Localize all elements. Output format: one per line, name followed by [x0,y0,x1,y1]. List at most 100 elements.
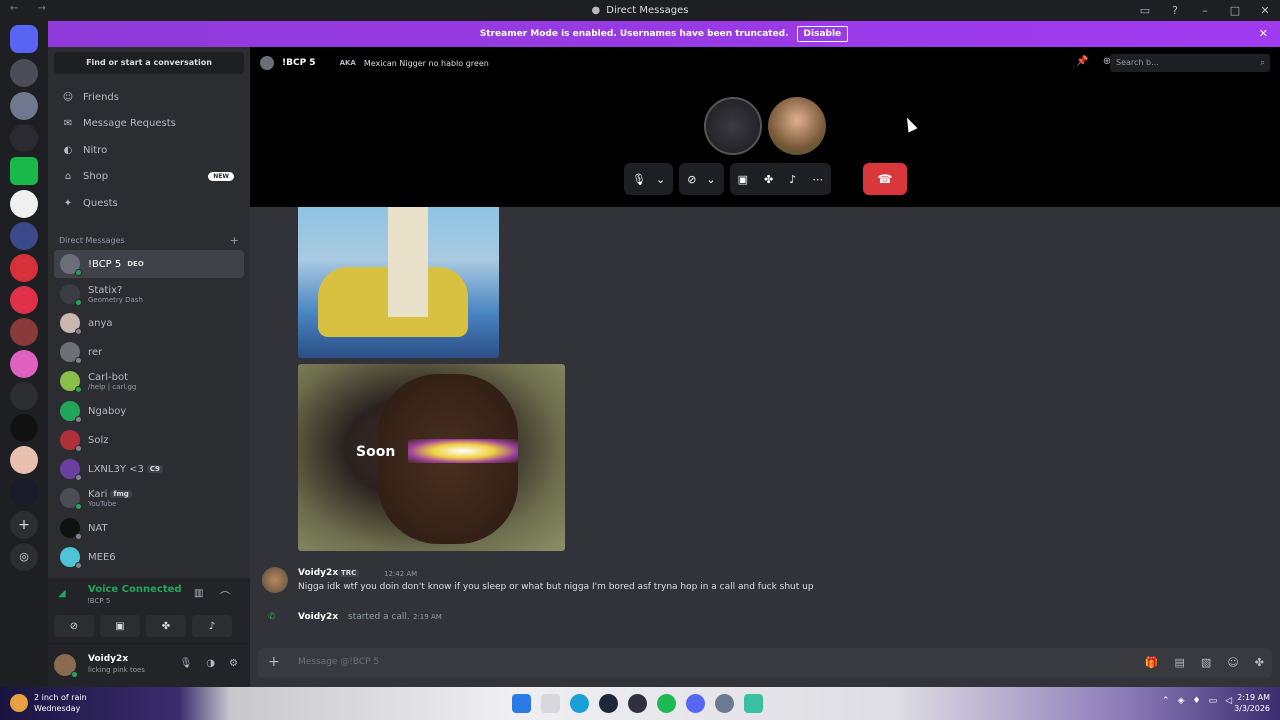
voice-channel[interactable]: !BCP 5 [87,597,110,605]
steam-icon[interactable] [599,694,618,713]
dm-item[interactable]: MEE6 [54,543,244,571]
server-icon[interactable] [10,286,38,314]
settings-gear-icon[interactable]: ⚙ [229,658,238,669]
avatar[interactable] [262,567,288,593]
server-icon[interactable] [10,318,38,346]
search-icon[interactable] [541,694,560,713]
activities-button[interactable]: ✤ [146,615,186,637]
activities-icon[interactable]: ✤ [764,173,773,186]
gift-icon[interactable]: 🎁 [1145,656,1159,669]
message-input[interactable]: Message @!BCP 5 [298,657,379,667]
clock[interactable]: 2:19 AM 3/3/2026 [1234,692,1270,714]
attach-plus-icon[interactable]: + [268,654,280,670]
camera-off-button[interactable]: ⊘ [54,615,94,637]
explore-icon[interactable]: ◎ [10,543,38,571]
find-conversation-button[interactable]: Find or start a conversation [54,52,244,74]
chrome-icon[interactable] [628,694,647,713]
volume-icon[interactable]: ◁ [1225,696,1232,706]
dm-item[interactable]: Statix? Geometry Dash [54,280,244,308]
server-icon[interactable] [10,92,38,120]
server-icon[interactable] [10,446,38,474]
nav-nitro[interactable]: ◐ Nitro [54,138,244,162]
close-banner-icon[interactable]: ✕ [1259,27,1268,40]
microphone-icon[interactable]: 🎙 [180,658,193,669]
nav-quests[interactable]: ✦ Quests [54,191,244,215]
headphones-icon[interactable]: ◑ [206,658,215,669]
message-author[interactable]: Voidy2x [298,568,338,578]
dm-item[interactable]: Carl-bot/help | carl.gg [54,367,244,395]
screenshare-button[interactable]: ▣ [100,615,140,637]
status-dot [75,386,82,393]
channel-name[interactable]: !BCP 5 [282,58,316,68]
dm-item[interactable]: Ngaboy [54,397,244,425]
image-attachment[interactable] [298,207,499,358]
minimize-button[interactable]: – [1190,4,1220,17]
server-icon[interactable] [10,222,38,250]
discord-icon[interactable] [686,694,705,713]
hang-up-button[interactable]: ☎ [863,163,907,195]
system-author[interactable]: Voidy2x [298,612,338,622]
home-button[interactable] [10,25,38,53]
server-icon[interactable] [10,190,38,218]
apps-icon[interactable]: ✤ [1255,656,1264,669]
nav-arrows[interactable]: ← → [10,3,54,14]
sticker-icon[interactable]: ▧ [1201,656,1211,669]
dm-item[interactable]: rer [54,338,244,366]
create-dm-icon[interactable]: + [230,234,239,247]
mic-tray-icon[interactable]: ♦ [1192,696,1200,706]
screenshare-icon[interactable]: ▣ [738,173,748,186]
call-participant-avatar[interactable] [768,97,826,155]
disconnect-icon[interactable]: ⌒ [220,588,230,603]
mic-button[interactable]: 🎙 ⌄ [624,163,674,195]
display-icon[interactable]: ▭ [1209,696,1218,706]
pin-icon[interactable]: 📌 [1076,56,1088,67]
weather-widget[interactable]: 2 inch of rain Wednesday [34,692,87,714]
dm-item[interactable]: NAT [54,514,244,542]
server-icon[interactable] [10,59,38,87]
avatar[interactable] [54,654,78,678]
server-icon[interactable] [10,157,38,185]
emoji-icon[interactable]: ☺ [1227,656,1238,669]
dm-item[interactable]: anya [54,309,244,337]
taskbar-apps [512,694,763,713]
server-icon[interactable] [10,414,38,442]
edge-icon[interactable] [570,694,589,713]
spotify-icon[interactable] [657,694,676,713]
start-icon[interactable] [512,694,531,713]
call-participant-avatar[interactable] [704,97,762,155]
chevron-down-icon[interactable]: ⌄ [656,173,665,186]
camera-button[interactable]: ⊘ ⌄ [679,163,724,195]
network-icon[interactable]: ◈ [1178,696,1185,706]
search-input[interactable]: Search b... ⌕ [1110,54,1270,72]
dm-item[interactable]: !BCP 5 DEO [54,250,244,278]
help-icon[interactable]: ? [1160,4,1190,17]
voice-activity-icon[interactable]: ▥ [194,588,203,599]
app-icon[interactable] [744,694,763,713]
chevron-down-icon[interactable]: ⌄ [706,173,715,186]
username[interactable]: Voidy2x [88,654,128,664]
server-icon[interactable] [10,478,38,506]
dm-item[interactable]: Kari fmg YouTube [54,484,244,512]
soundboard-icon[interactable]: ♪ [789,173,796,186]
weather-icon[interactable] [10,694,28,712]
maximize-button[interactable]: □ [1220,4,1250,17]
more-icon[interactable]: ⋯ [812,173,823,186]
chevron-up-icon[interactable]: ⌃ [1162,696,1170,706]
dm-item[interactable]: Solz [54,426,244,454]
inbox-icon[interactable]: ▭ [1130,4,1160,17]
add-server-button[interactable]: + [10,511,38,539]
disable-button[interactable]: Disable [796,26,849,42]
server-icon[interactable] [10,350,38,378]
server-icon[interactable] [10,124,38,152]
server-icon[interactable] [10,254,38,282]
soundboard-button[interactable]: ♪ [192,615,232,637]
image-attachment[interactable]: Soon [298,364,565,551]
server-icon[interactable] [10,382,38,410]
dm-item[interactable]: LXNL3Y <3 C9 [54,455,244,483]
nav-friends[interactable]: ☺ Friends [54,85,244,109]
gif-icon[interactable]: ▤ [1175,656,1185,669]
settings-icon[interactable] [715,694,734,713]
close-window-button[interactable]: ✕ [1250,4,1280,17]
nav-shop[interactable]: ⌂ Shop NEW [54,164,244,188]
nav-message-requests[interactable]: ✉ Message Requests [54,111,244,135]
